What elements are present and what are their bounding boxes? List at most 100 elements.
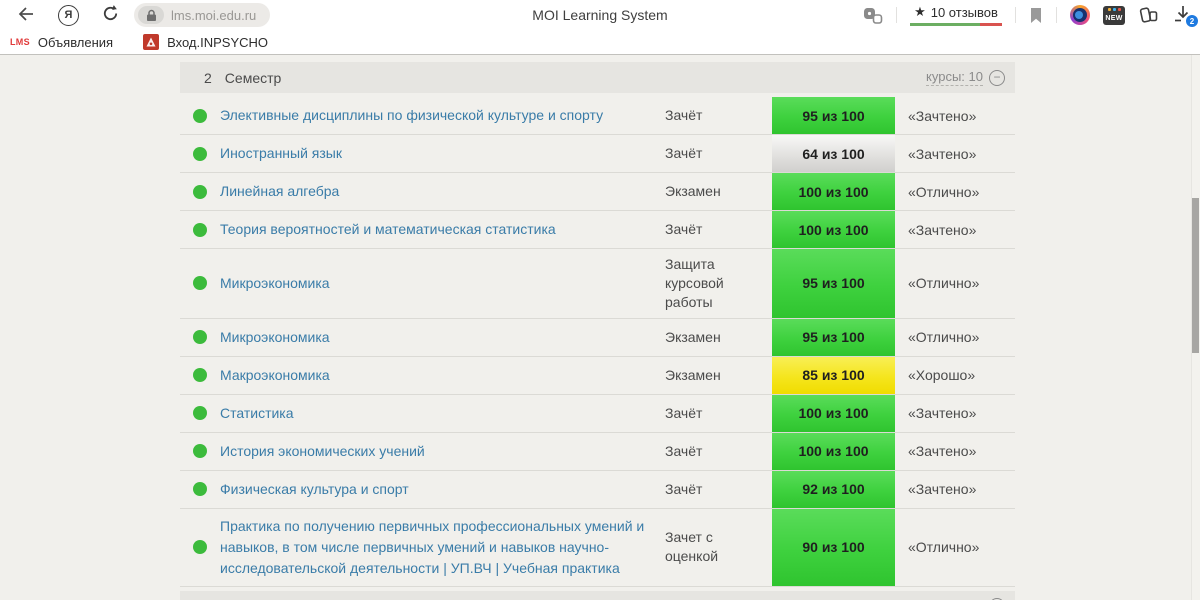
reviews-count-label: 10 отзывов [930, 4, 998, 20]
ssl-lock-icon[interactable] [138, 6, 164, 24]
score-badge: 100 из 100 [772, 394, 895, 432]
grade-label: «Отлично» [908, 329, 980, 346]
url-text: lms.moi.edu.ru [171, 7, 257, 23]
course-row: Иностранный язык Зачёт 64 из 100 «Зачтен… [180, 135, 1015, 173]
score-badge: 90 из 100 [772, 508, 895, 586]
status-dot [193, 540, 207, 555]
refresh-icon [101, 4, 120, 26]
course-link[interactable]: Макроэкономика [220, 365, 330, 386]
divider [1015, 7, 1016, 23]
courses-count-link[interactable]: курсы: 10 [926, 69, 983, 86]
status-dot [193, 444, 207, 459]
scrollbar-track[interactable] [1191, 55, 1200, 600]
divider [1056, 7, 1057, 23]
semester-number: 2 [204, 69, 212, 86]
grade-label: «Отлично» [908, 275, 980, 292]
status-dot [193, 330, 207, 345]
grade-label: «Хорошо» [908, 367, 976, 384]
course-link[interactable]: Физическая культура и спорт [220, 479, 409, 500]
browser-toolbar: Я lms.moi.edu.ru MOI Learning System ★ 1… [0, 0, 1200, 30]
status-dot [193, 276, 207, 291]
grades-table: 2 Семестр курсы: 10 − Элективные дисципл… [180, 62, 1015, 600]
semester-header-3: 3 Семестр курсы: 10 + [180, 590, 1015, 600]
assessment-type: Зачёт [665, 145, 703, 162]
divider [896, 7, 897, 23]
score-badge: 92 из 100 [772, 470, 895, 508]
status-dot [193, 482, 207, 497]
collections-icon[interactable] [1138, 6, 1159, 25]
status-dot [193, 108, 207, 123]
course-row: Микроэкономика Экзамен 95 из 100 «Отличн… [180, 318, 1015, 357]
bookmark-label: Вход.INPSYCHO [167, 34, 269, 50]
course-rows: Элективные дисциплины по физической куль… [180, 97, 1015, 587]
course-link[interactable]: История экономических учений [220, 441, 425, 462]
grade-label: «Зачтено» [908, 405, 977, 422]
downloads-button[interactable]: 2 [1172, 4, 1198, 27]
assessment-type: Экзамен [665, 183, 721, 200]
address-bar[interactable]: lms.moi.edu.ru [134, 3, 271, 27]
assessment-type: Зачёт [665, 442, 703, 459]
course-row: Микроэкономика Защита курсовой работы 95… [180, 249, 1015, 319]
toolbar-right-icons: ★ 10 отзывов NEW 2 [862, 0, 1198, 30]
rating-bar [910, 23, 1002, 26]
course-link[interactable]: Микроэкономика [220, 273, 330, 294]
course-row: Элективные дисциплины по физической куль… [180, 97, 1015, 135]
site-reviews-button[interactable]: ★ 10 отзывов [910, 4, 1002, 26]
score-badge: 95 из 100 [772, 318, 895, 356]
assessment-type: Зачёт [665, 404, 703, 421]
status-dot [193, 222, 207, 237]
assessment-type: Зачёт [665, 221, 703, 238]
status-dot [193, 368, 207, 383]
course-link[interactable]: Линейная алгебра [220, 181, 339, 202]
lms-favicon: LMS [10, 37, 30, 47]
grade-label: «Зачтено» [908, 221, 977, 238]
extension-new-icon[interactable]: NEW [1103, 5, 1125, 25]
course-row: Практика по получению первичных професси… [180, 508, 1015, 587]
score-badge: 100 из 100 [772, 432, 895, 470]
course-row: Линейная алгебра Экзамен 100 из 100 «Отл… [180, 173, 1015, 211]
bookmark-flag-icon[interactable] [1029, 7, 1043, 24]
status-dot [193, 184, 207, 199]
score-badge: 95 из 100 [772, 97, 895, 134]
collapse-section-button[interactable]: − [989, 69, 1005, 86]
semester-header-2: 2 Семестр курсы: 10 − [180, 62, 1015, 93]
bookmarks-bar: LMS Объявления Вход.INPSYCHO [0, 30, 1200, 54]
grade-label: «Отлично» [908, 183, 980, 200]
course-link[interactable]: Элективные дисциплины по физической куль… [220, 105, 603, 126]
status-dot [193, 146, 207, 161]
assessment-type: Экзамен [665, 328, 721, 345]
status-dot [193, 406, 207, 421]
assessment-type: Защита курсовой работы [665, 256, 724, 310]
grade-label: «Зачтено» [908, 107, 977, 124]
refresh-button[interactable] [101, 4, 120, 26]
course-row: Статистика Зачёт 100 из 100 «Зачтено» [180, 394, 1015, 433]
bookmark-label: Объявления [37, 34, 114, 50]
extension-color-icon[interactable] [1070, 5, 1090, 25]
grade-label: «Отлично» [908, 539, 980, 556]
course-link[interactable]: Практика по получению первичных професси… [220, 516, 647, 579]
semester-title: Семестр [224, 69, 282, 86]
lms-page: 2 Семестр курсы: 10 − Элективные дисципл… [0, 55, 1200, 600]
scrollbar-thumb[interactable] [1192, 198, 1199, 353]
new-badge-label: NEW [1105, 15, 1123, 22]
protect-icon[interactable] [862, 6, 883, 25]
bookmark-item-announcements[interactable]: LMS Объявления [10, 35, 113, 50]
assessment-type: Зачёт [665, 107, 703, 124]
course-link[interactable]: Иностранный язык [220, 143, 342, 164]
back-button[interactable] [16, 5, 36, 26]
course-link[interactable]: Статистика [220, 403, 294, 424]
score-badge: 100 из 100 [772, 211, 895, 248]
course-row: Физическая культура и спорт Зачёт 92 из … [180, 470, 1015, 509]
yandex-home-button[interactable]: Я [58, 4, 79, 26]
course-link[interactable]: Теория вероятностей и математическая ста… [220, 219, 556, 240]
course-row: Макроэкономика Экзамен 85 из 100 «Хорошо… [180, 356, 1015, 395]
score-badge: 85 из 100 [772, 356, 895, 394]
star-icon: ★ [914, 4, 926, 19]
download-count-badge: 2 [1186, 15, 1198, 27]
bookmark-item-inpsycho[interactable]: Вход.INPSYCHO [143, 34, 268, 50]
course-link[interactable]: Микроэкономика [220, 327, 330, 348]
assessment-type: Зачёт [665, 480, 703, 497]
yandex-logo-icon: Я [58, 4, 79, 26]
inpsycho-favicon [143, 34, 160, 50]
assessment-type: Зачет с оценкой [665, 529, 719, 565]
